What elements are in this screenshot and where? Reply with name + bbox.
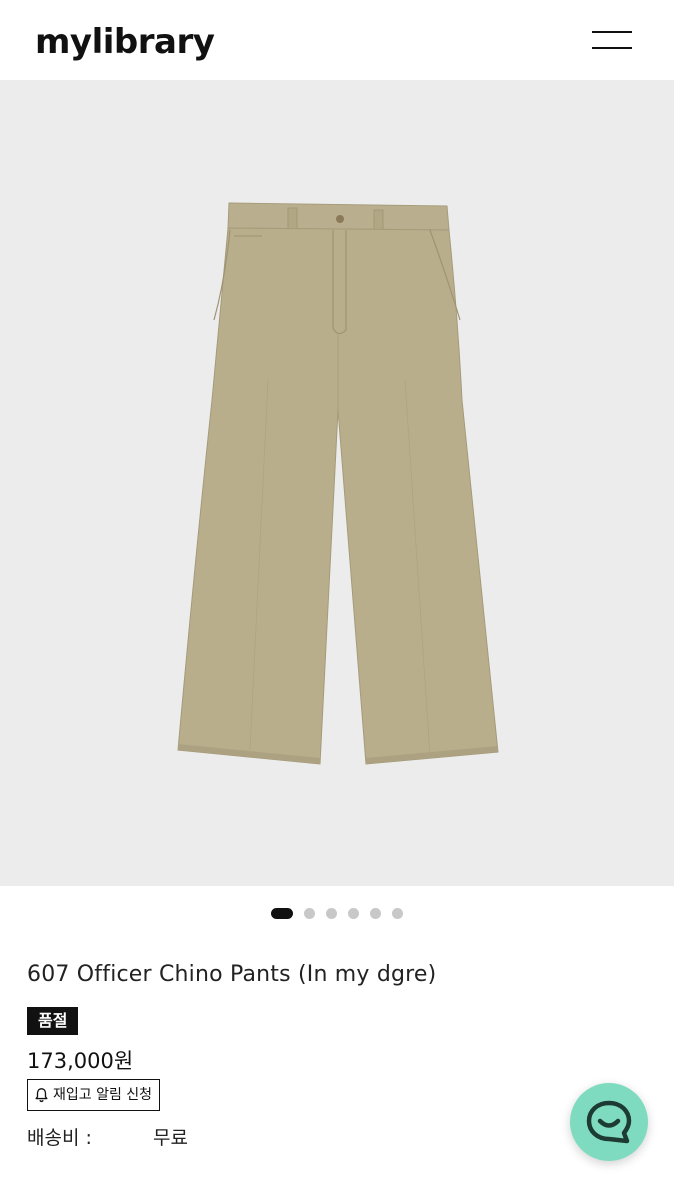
- menu-button[interactable]: [588, 26, 636, 56]
- header: mylibrary: [0, 0, 674, 80]
- carousel-dot-6[interactable]: [392, 908, 404, 919]
- product-title: 607 Officer Chino Pants (In my dgre): [27, 962, 437, 987]
- product-price: 173,000원: [27, 1049, 134, 1073]
- restock-notify-button[interactable]: 재입고 알림 신청: [27, 1079, 161, 1111]
- hamburger-menu-icon-bar: [592, 47, 632, 49]
- carousel-dot-2[interactable]: [303, 908, 315, 919]
- shipping-value: 무료: [153, 1127, 188, 1149]
- carousel-dot-5[interactable]: [370, 908, 382, 919]
- carousel-dots: [0, 903, 674, 919]
- bell-icon: [35, 1088, 48, 1103]
- logo[interactable]: mylibrary: [35, 22, 215, 62]
- carousel-dot-4[interactable]: [348, 908, 360, 919]
- shipping-label: 배송비 :: [27, 1127, 92, 1149]
- carousel-dot-1[interactable]: [270, 908, 293, 919]
- hamburger-menu-icon: [592, 31, 632, 33]
- chat-bubble-icon: [586, 1100, 632, 1144]
- carousel-dot-3[interactable]: [325, 908, 337, 919]
- product-image-carousel[interactable]: [0, 80, 674, 886]
- product-image: [177, 202, 499, 765]
- soldout-badge: 품절: [27, 1007, 79, 1035]
- restock-notify-label: 재입고 알림 신청: [53, 1087, 153, 1103]
- chat-button[interactable]: [570, 1083, 648, 1161]
